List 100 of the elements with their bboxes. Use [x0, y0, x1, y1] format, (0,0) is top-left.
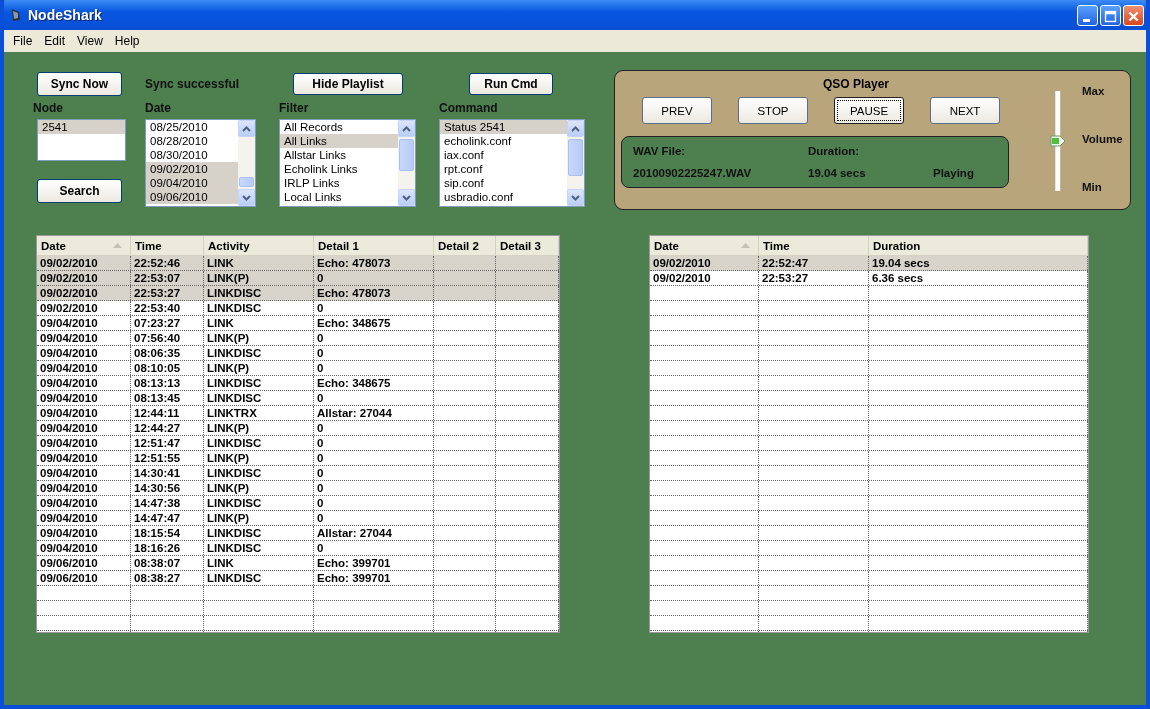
- field-label: Duration:: [808, 145, 861, 157]
- table-row[interactable]: 09/04/2010 18:15:54 LINKDISC Allstar: 27044: [37, 526, 559, 541]
- list-item[interactable]: 09/02/2010: [146, 162, 238, 176]
- list-item[interactable]: All Links: [280, 134, 398, 148]
- table-row[interactable]: 09/06/2010 08:38:27 LINKDISC Echo: 399701: [37, 571, 559, 586]
- table-cell: LINKDISC: [204, 436, 314, 450]
- list-item[interactable]: 09/04/2010: [146, 176, 238, 190]
- scroll-down-icon[interactable]: [242, 194, 251, 201]
- table-cell: 09/04/2010: [37, 541, 131, 555]
- field-label: WAV File:: [633, 145, 687, 157]
- table-row[interactable]: 09/06/2010 08:38:07 LINK Echo: 399701: [37, 556, 559, 571]
- list-item[interactable]: sip.conf: [440, 176, 567, 190]
- table-row[interactable]: 09/02/2010 22:53:27 LINKDISC Echo: 478073: [37, 286, 559, 301]
- menu-item[interactable]: Edit: [39, 34, 71, 48]
- table-row[interactable]: 09/04/2010 14:47:47 LINK(P) 0: [37, 511, 559, 526]
- scrollbar-thumb[interactable]: [239, 177, 254, 187]
- table-row[interactable]: 09/02/2010 22:53:27 6.36 secs: [650, 271, 1088, 286]
- table-cell: 09/02/2010: [650, 271, 759, 285]
- scroll-down-icon[interactable]: [402, 194, 411, 201]
- table-row[interactable]: 09/04/2010 12:51:47 LINKDISC 0: [37, 436, 559, 451]
- table-cell: LINKTRX: [204, 406, 314, 420]
- scroll-up-icon[interactable]: [242, 125, 251, 132]
- list-item[interactable]: rpt.conf: [440, 162, 567, 176]
- scrollbar-thumb[interactable]: [399, 139, 414, 171]
- selection-list[interactable]: All Records All Links Allstar Links Echolink Links IRLP Links Local Links: [279, 119, 416, 207]
- player-button[interactable]: STOP: [738, 97, 808, 124]
- list-item[interactable]: Allstar Links: [280, 148, 398, 162]
- table-cell: 22:53:27: [759, 271, 869, 285]
- table-row[interactable]: 09/04/2010 12:51:55 LINK(P) 0: [37, 451, 559, 466]
- list-item[interactable]: 08/30/2010: [146, 148, 238, 162]
- selection-list[interactable]: Status 2541 echolink.conf iax.conf rpt.conf sip.conf usbradio.conf: [439, 119, 585, 207]
- player-button[interactable]: PREV: [642, 97, 712, 124]
- list-item[interactable]: 09/06/2010: [146, 190, 238, 204]
- search-button[interactable]: Search: [37, 179, 122, 203]
- table-row[interactable]: 09/04/2010 08:13:45 LINKDISC 0: [37, 391, 559, 406]
- list-item[interactable]: All Records: [280, 120, 398, 134]
- table-row[interactable]: 09/02/2010 22:52:47 19.04 secs: [650, 256, 1088, 271]
- node-list[interactable]: 2541: [37, 119, 126, 161]
- column-header[interactable]: Activity: [204, 236, 314, 255]
- scrollbar[interactable]: [398, 120, 415, 206]
- scroll-up-icon[interactable]: [571, 125, 580, 132]
- column-header[interactable]: Date: [650, 236, 759, 255]
- column-header[interactable]: Detail 1: [314, 236, 434, 255]
- table-cell: 0: [314, 301, 434, 315]
- table-row[interactable]: 09/02/2010 22:53:40 LINKDISC 0: [37, 301, 559, 316]
- table-row[interactable]: 09/04/2010 14:47:38 LINKDISC 0: [37, 496, 559, 511]
- table-row[interactable]: 09/04/2010 12:44:11 LINKTRX Allstar: 27044: [37, 406, 559, 421]
- list-item[interactable]: 2541: [38, 120, 125, 134]
- table-cell: 08:13:45: [131, 391, 204, 405]
- column-header[interactable]: Detail 2: [434, 236, 496, 255]
- selection-list[interactable]: 08/25/2010 08/28/2010 08/30/2010 09/02/2010 09/04/2010 09/06/2010: [145, 119, 256, 207]
- table-cell: 22:52:47: [759, 256, 869, 270]
- table-cell: 18:16:26: [131, 541, 204, 555]
- list-item[interactable]: echolink.conf: [440, 134, 567, 148]
- scroll-up-icon[interactable]: [402, 125, 411, 132]
- table-row[interactable]: 09/04/2010 18:16:26 LINKDISC 0: [37, 541, 559, 556]
- close-button[interactable]: [1123, 4, 1144, 26]
- table-row[interactable]: 09/04/2010 14:30:56 LINK(P) 0: [37, 481, 559, 496]
- scrollbar[interactable]: [238, 120, 255, 206]
- column-header[interactable]: Time: [131, 236, 204, 255]
- maximize-button[interactable]: [1100, 4, 1121, 26]
- table-row[interactable]: 09/04/2010 12:44:27 LINK(P) 0: [37, 421, 559, 436]
- table-cell: 0: [314, 451, 434, 465]
- table-row[interactable]: 09/04/2010 08:10:05 LINK(P) 0: [37, 361, 559, 376]
- player-button[interactable]: NEXT: [930, 97, 1000, 124]
- run-cmd-button[interactable]: Run Cmd: [469, 73, 553, 95]
- table-row[interactable]: 09/04/2010 07:23:27 LINK Echo: 348675: [37, 316, 559, 331]
- list-item[interactable]: iax.conf: [440, 148, 567, 162]
- list-item[interactable]: Status 2541: [440, 120, 567, 134]
- menu-item[interactable]: Help: [109, 34, 145, 48]
- table-row[interactable]: 09/02/2010 22:53:07 LINK(P) 0: [37, 271, 559, 286]
- list-item[interactable]: Echolink Links: [280, 162, 398, 176]
- column-header[interactable]: Duration: [869, 236, 1088, 255]
- sync-now-button[interactable]: Sync Now: [37, 72, 122, 96]
- scrollbar[interactable]: [567, 120, 584, 206]
- column-header[interactable]: Detail 3: [496, 236, 559, 255]
- scroll-down-icon[interactable]: [571, 194, 580, 201]
- hide-playlist-button[interactable]: Hide Playlist: [293, 73, 403, 95]
- table-row[interactable]: 09/04/2010 08:13:13 LINKDISC Echo: 348675: [37, 376, 559, 391]
- table-cell: 0: [314, 331, 434, 345]
- player-button[interactable]: PAUSE: [834, 97, 904, 124]
- list-item[interactable]: 08/28/2010: [146, 134, 238, 148]
- table-row[interactable]: 09/02/2010 22:52:46 LINK Echo: 478073: [37, 256, 559, 271]
- table-row[interactable]: 09/04/2010 07:56:40 LINK(P) 0: [37, 331, 559, 346]
- column-header[interactable]: Time: [759, 236, 869, 255]
- table-row[interactable]: 09/04/2010 14:30:41 LINKDISC 0: [37, 466, 559, 481]
- column-header[interactable]: Date: [37, 236, 131, 255]
- slider-thumb[interactable]: [1050, 135, 1066, 147]
- minimize-button[interactable]: [1077, 4, 1098, 26]
- table-row[interactable]: 09/04/2010 08:06:35 LINKDISC 0: [37, 346, 559, 361]
- app-icon: [10, 8, 22, 22]
- menu-item[interactable]: View: [72, 34, 108, 48]
- table-cell: 09/06/2010: [37, 571, 131, 585]
- list-item[interactable]: IRLP Links: [280, 176, 398, 190]
- scrollbar-thumb[interactable]: [568, 139, 583, 176]
- list-item[interactable]: usbradio.conf: [440, 190, 567, 204]
- list-item[interactable]: Local Links: [280, 190, 398, 204]
- list-item[interactable]: 08/25/2010: [146, 120, 238, 134]
- table-cell: LINK(P): [204, 421, 314, 435]
- menu-item[interactable]: File: [8, 34, 38, 48]
